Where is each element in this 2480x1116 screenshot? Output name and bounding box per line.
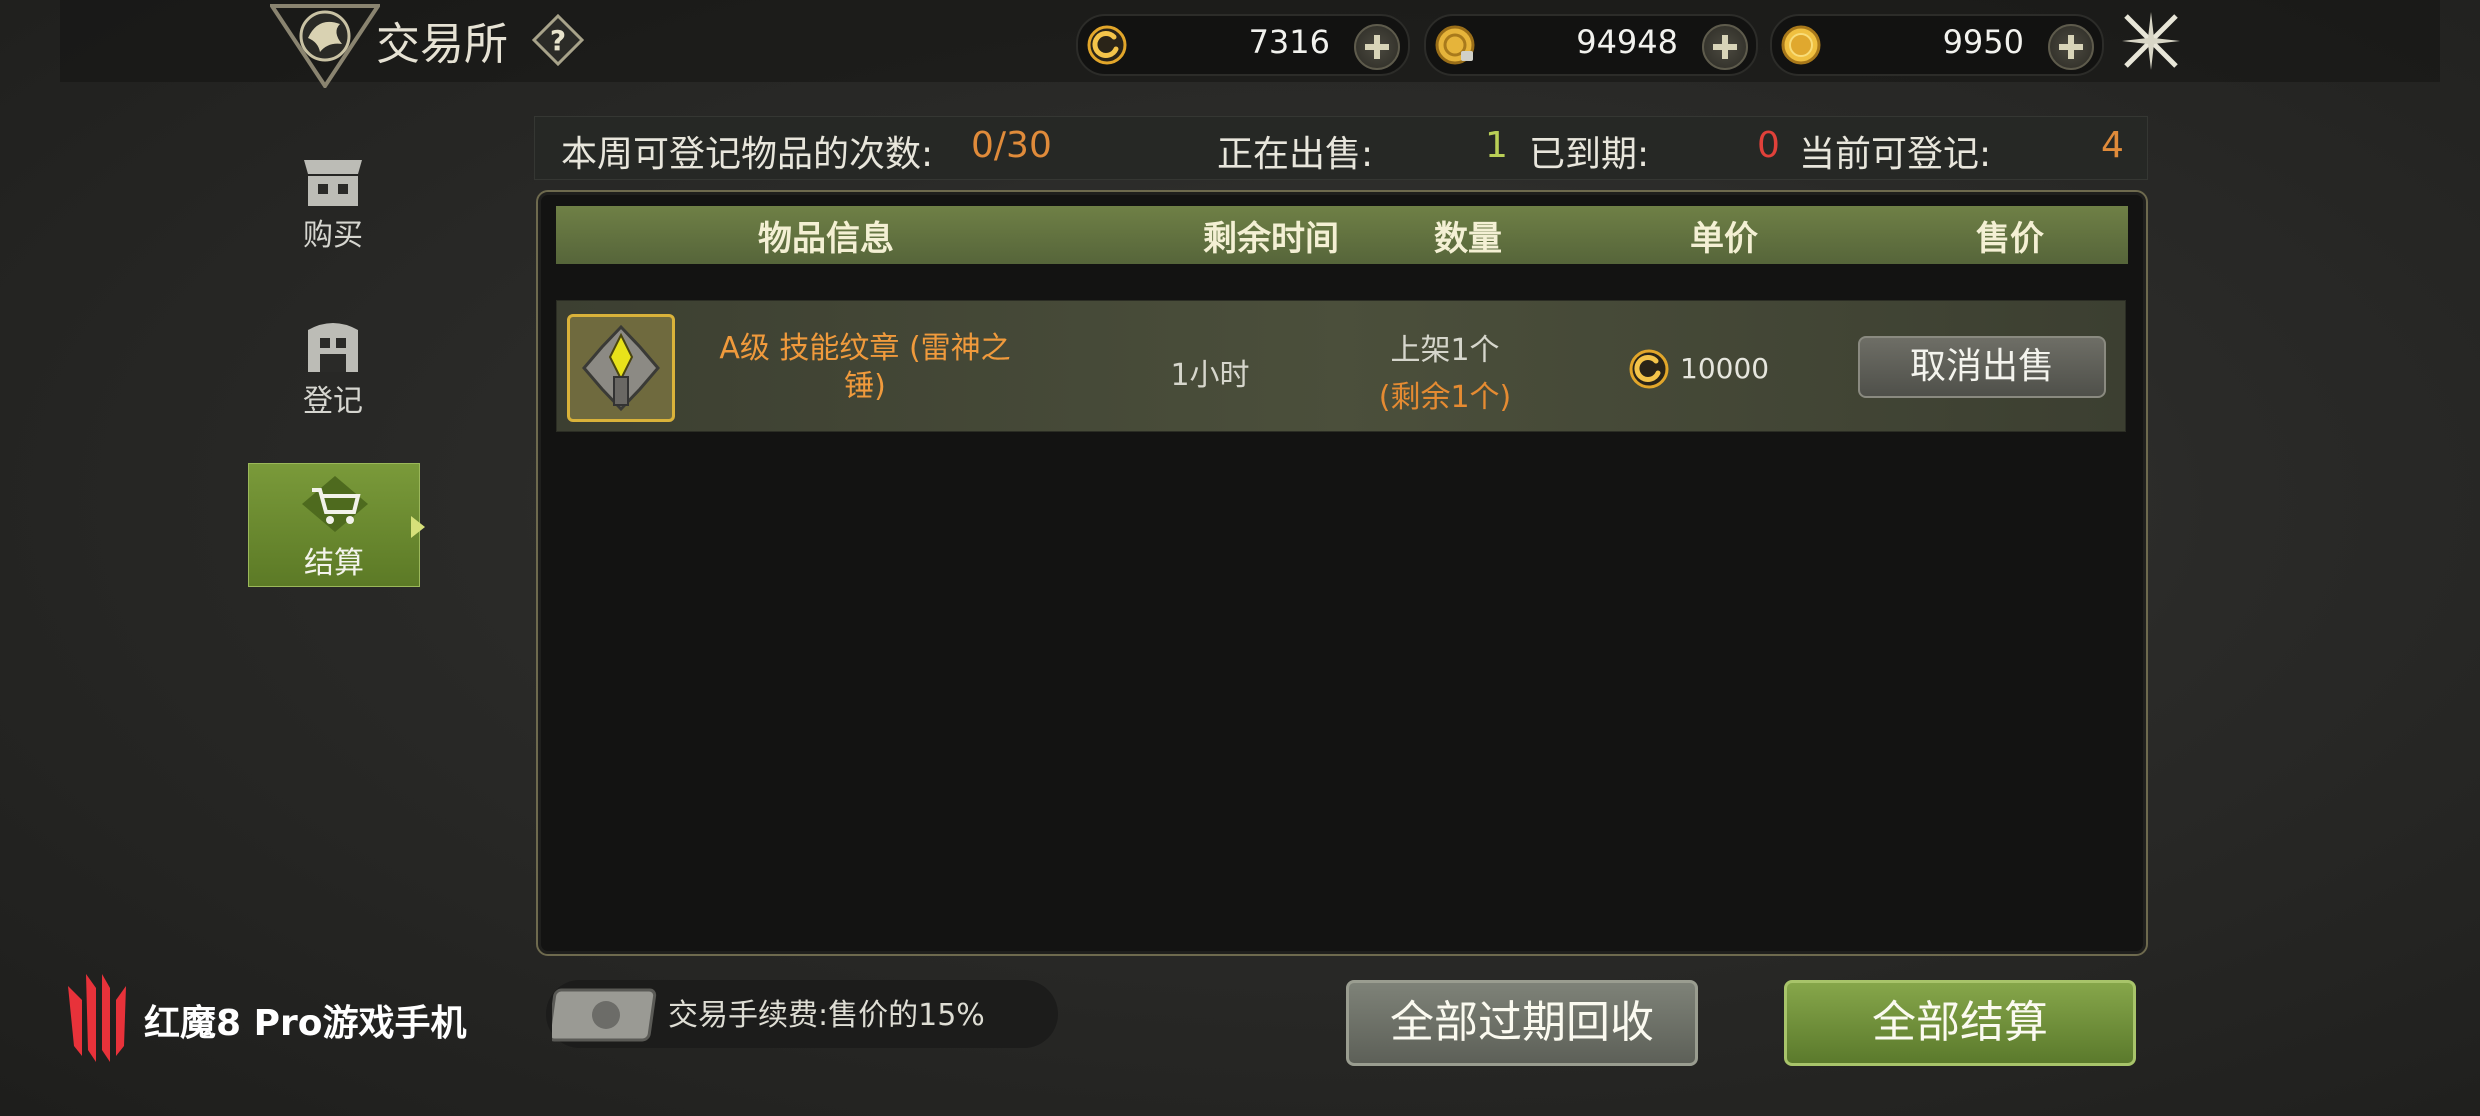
help-button[interactable]: ?: [531, 13, 585, 67]
sidebar-item-settle[interactable]: 结算: [248, 463, 420, 587]
item-slot[interactable]: [567, 314, 675, 422]
column-header-remaining-time: 剩余时间: [1203, 219, 1339, 259]
item-name[interactable]: A级 技能纹章 (雷神之 锤): [700, 330, 1030, 406]
table-header: 物品信息 剩余时间 数量 单价 售价: [556, 206, 2128, 264]
column-header-unit-price: 单价: [1690, 219, 1758, 259]
expired-value: 0: [1757, 125, 1780, 166]
currency-gold: 9950: [1770, 14, 2104, 76]
register-building-icon: [308, 323, 358, 372]
on-sale-value: 1: [1485, 125, 1508, 166]
item-name-line: 锤): [844, 369, 886, 404]
red-magic-logo-icon: [68, 974, 126, 1062]
sidebar-item-register[interactable]: 登记: [248, 306, 418, 426]
swirl-coin-icon: [1087, 25, 1127, 65]
shop-icon: [304, 160, 362, 206]
quantity-listed: 上架1个: [1390, 333, 1500, 368]
gold-coin-icon: [1781, 25, 1821, 65]
sidebar-item-label: 结算: [304, 546, 364, 581]
currency-value: 94948: [1576, 23, 1678, 61]
expired-label: 已到期:: [1529, 134, 1650, 175]
available-label: 当前可登记:: [1799, 134, 1992, 175]
sidebar-item-buy[interactable]: 购买: [248, 140, 418, 260]
item-name-line: A级 技能纹章 (雷神之: [719, 331, 1011, 366]
cart-icon: [302, 476, 368, 532]
on-sale-label: 正在出售:: [1217, 134, 1374, 175]
active-indicator-arrow-icon: [411, 516, 425, 538]
page-title: 交易所: [376, 19, 508, 70]
add-currency-button[interactable]: [2048, 24, 2094, 70]
sidebar: 购买 登记 结算: [248, 120, 420, 600]
reclaim-all-expired-button[interactable]: 全部过期回收: [1346, 980, 1698, 1066]
column-header-item-info: 物品信息: [758, 219, 894, 259]
settle-all-button[interactable]: 全部结算: [1784, 980, 2136, 1066]
add-currency-button[interactable]: [1702, 24, 1748, 70]
brand-watermark: 红魔8 Pro游戏手机: [144, 1003, 467, 1044]
swirl-coin-icon: [1629, 349, 1669, 389]
quantity-remaining: (剩余1个): [1378, 380, 1512, 415]
crossed-swords-close-icon: [2122, 12, 2180, 70]
close-button[interactable]: [2118, 8, 2184, 74]
add-currency-button[interactable]: [1354, 24, 1400, 70]
available-value: 4: [2101, 125, 2124, 166]
remaining-time: 1小时: [1170, 358, 1250, 393]
sidebar-item-label: 登记: [303, 384, 363, 419]
currency-value: 7316: [1248, 23, 1330, 61]
currency-swirl: 7316: [1076, 14, 1410, 76]
weekly-count-value: 0/30: [971, 125, 1052, 166]
dragon-emblem-icon: [268, 2, 382, 90]
column-header-sale-price: 售价: [1976, 219, 2044, 259]
fee-tag-icon: [552, 988, 657, 1042]
question-diamond-icon: ?: [531, 13, 585, 67]
weekly-count-label: 本周可登记物品的次数:: [561, 134, 934, 175]
lock-gold-coin-icon: [1435, 25, 1475, 65]
currency-lock-gold: 94948: [1424, 14, 1758, 76]
column-header-quantity: 数量: [1434, 219, 1502, 259]
cancel-sale-button[interactable]: 取消出售: [1858, 336, 2106, 398]
fee-text: 交易手续费:售价的15%: [668, 998, 985, 1033]
svg-text:?: ?: [550, 24, 566, 57]
sidebar-item-label: 购买: [303, 218, 363, 253]
currency-value: 9950: [1942, 23, 2024, 61]
stats-bar: 本周可登记物品的次数: 0/30 正在出售: 1 已到期: 0 当前可登记: 4: [534, 116, 2148, 180]
unit-price-value: 10000: [1680, 352, 1770, 385]
hammer-emblem-icon: [582, 324, 660, 412]
